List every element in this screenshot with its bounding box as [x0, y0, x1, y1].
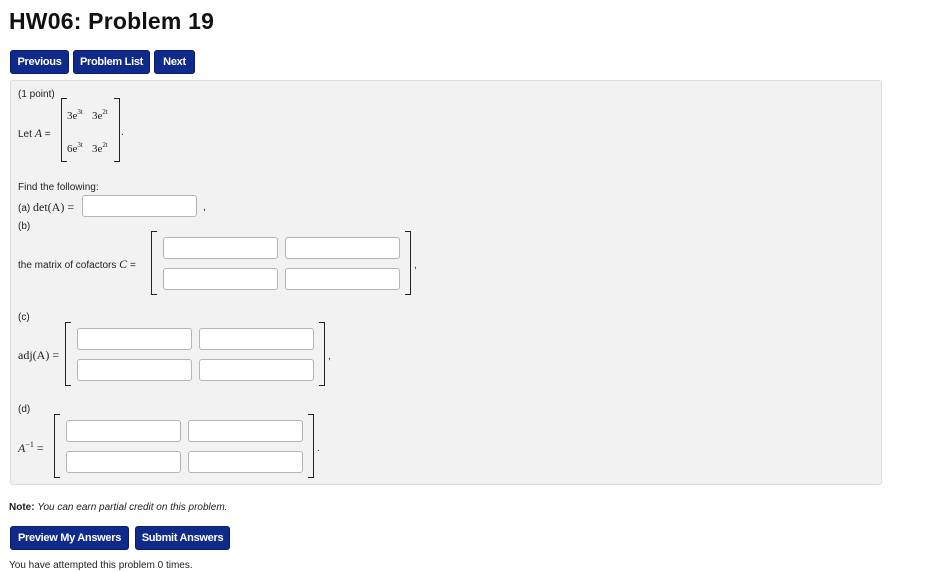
cofactor-input[interactable]	[285, 237, 400, 259]
part-c-label: (c)	[18, 312, 30, 323]
problem-body: (1 point) Let A = 3e3t 3e2t 6e3t 3e2t . …	[10, 80, 882, 485]
left-bracket	[65, 322, 71, 386]
cofactor-input[interactable]	[163, 237, 278, 259]
cofactors-label: the matrix of cofactors C =	[18, 257, 136, 271]
adj-input[interactable]	[199, 359, 314, 381]
adj-input[interactable]	[77, 328, 192, 350]
attempts-status: You have attempted this problem 0 times.	[9, 560, 193, 571]
find-text: Find the following:	[18, 182, 99, 193]
part-b-label: (b)	[18, 221, 31, 232]
inverse-input[interactable]	[66, 451, 181, 473]
preview-answers-button[interactable]: Preview My Answers	[10, 526, 129, 550]
submit-answers-button[interactable]: Submit Answers	[135, 526, 230, 550]
right-bracket	[308, 414, 314, 478]
matrix-a-entry: 3e2t	[92, 141, 108, 155]
left-bracket	[151, 231, 157, 295]
adj-label: adj(A) =	[18, 348, 60, 362]
matrix-a-entry: 6e3t	[67, 141, 83, 155]
inverse-label: A−1 =	[18, 440, 44, 455]
next-button[interactable]: Next	[154, 50, 195, 74]
cofactor-input[interactable]	[285, 268, 400, 290]
inverse-input[interactable]	[188, 451, 303, 473]
right-bracket	[405, 231, 411, 295]
let-label: Let A =	[18, 126, 51, 140]
adj-input[interactable]	[199, 328, 314, 350]
right-bracket	[114, 98, 120, 162]
inverse-input[interactable]	[188, 420, 303, 442]
matrix-a-entry: 3e2t	[92, 108, 108, 122]
point-value: (1 point)	[18, 89, 55, 100]
left-bracket	[54, 414, 60, 478]
matrix-a-entry: 3e3t	[67, 108, 83, 122]
partial-credit-note: Note: You can earn partial credit on thi…	[9, 502, 228, 513]
cofactor-input[interactable]	[163, 268, 278, 290]
page-title: HW06: Problem 19	[9, 8, 215, 34]
part-d-label: (d)	[18, 404, 31, 415]
adj-input[interactable]	[77, 359, 192, 381]
part-a-label: (a) det(A) =	[18, 200, 75, 214]
problem-list-button[interactable]: Problem List	[73, 50, 150, 74]
inverse-input[interactable]	[66, 420, 181, 442]
previous-button[interactable]: Previous	[10, 50, 69, 74]
det-input[interactable]	[82, 195, 197, 217]
right-bracket	[319, 322, 325, 386]
